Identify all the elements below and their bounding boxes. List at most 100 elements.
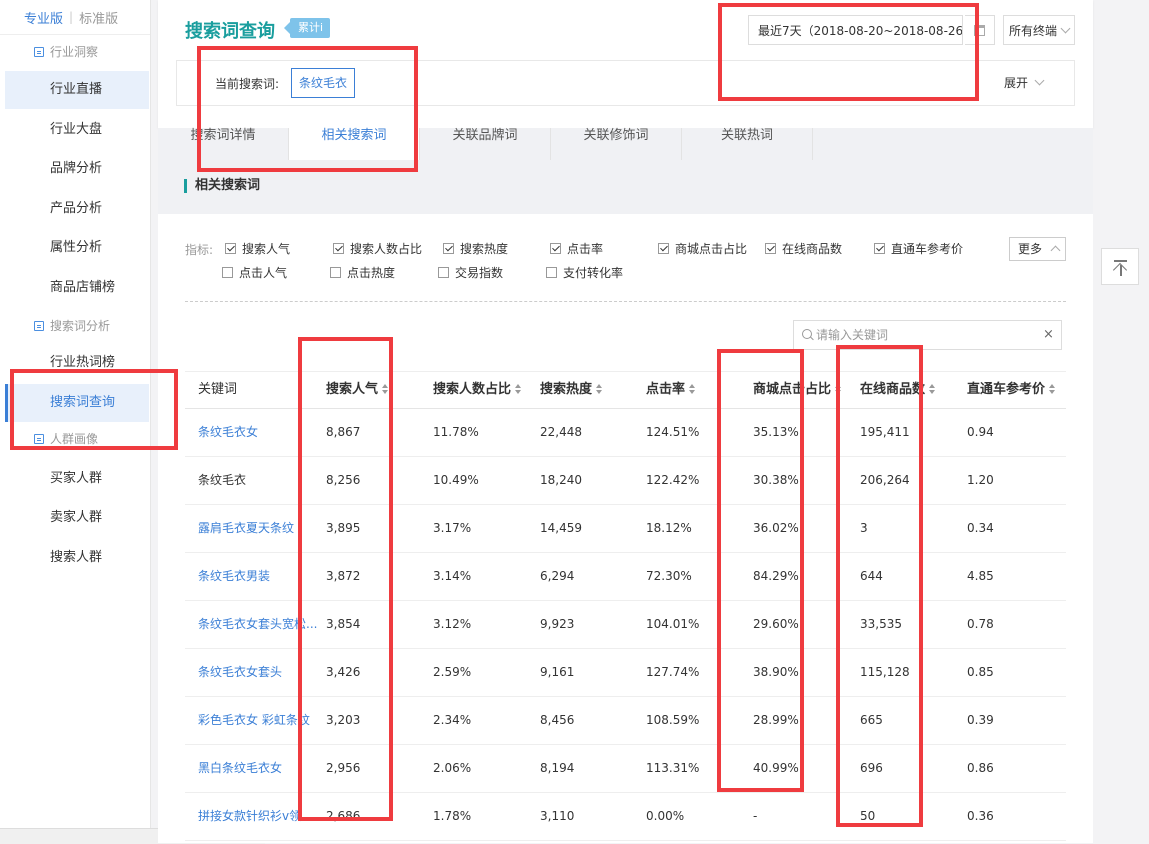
cell-ctr: 113.31% [646, 761, 700, 775]
column-header-label: 在线商品数 [860, 382, 926, 397]
sidebar-item-sellers[interactable]: 卖家人群 [5, 499, 149, 537]
cell-search-heat: 14,459 [540, 521, 582, 535]
indicator-label: 搜索人数占比 [350, 242, 423, 256]
table-row: 条纹毛衣男装 3,872 3.14% 6,294 72.30% 84.29% 644 4.85 [185, 553, 1066, 601]
indicator-checkbox[interactable]: 点击人气 [222, 265, 287, 281]
cell-mall-click-share: 35.13% [753, 425, 799, 439]
indicator-checkbox[interactable]: 交易指数 [438, 265, 503, 281]
cell-ad-price: 0.39 [967, 713, 994, 727]
related-terms-table: 关键词 搜索人气 搜索人数占比 搜索热度 点击率 商城点击占比 在线商品数 直通… [185, 371, 1066, 841]
sidebar-section-search-terms: 搜索词分析 [0, 309, 150, 343]
keyword-link[interactable]: 拼接女款针织衫v领条纹 [198, 793, 318, 840]
indicator-checkbox[interactable]: 商城点击占比 [658, 241, 747, 257]
keyword-link[interactable]: 条纹毛衣男装 [198, 553, 318, 600]
cell-online-products: 33,535 [860, 617, 902, 631]
checkbox-icon [658, 243, 669, 254]
cumulative-badge[interactable]: 累计i [283, 18, 331, 38]
cell-search-popularity: 8,867 [326, 425, 361, 439]
column-header-keyword: 关键词 [198, 382, 238, 397]
keyword-link[interactable]: 露肩毛衣夏天条纹 [198, 505, 318, 552]
sidebar-item-brand-analysis[interactable]: 品牌分析 [5, 150, 149, 188]
table-header: 关键词 搜索人气 搜索人数占比 搜索热度 点击率 商城点击占比 在线商品数 直通… [185, 371, 1066, 409]
sidebar-item-industry-live[interactable]: 行业直播 [5, 71, 149, 109]
keyword-link[interactable]: 条纹毛衣女 [198, 409, 318, 456]
column-header-label: 商城点击占比 [753, 382, 832, 397]
cell-searcher-share: 11.78% [433, 425, 479, 439]
sidebar-item-shop-ranking[interactable]: 商品店铺榜 [5, 269, 149, 307]
calendar-button[interactable] [965, 15, 995, 45]
current-term-chip[interactable]: 条纹毛衣 [291, 68, 356, 98]
column-header-label: 搜索热度 [540, 382, 593, 397]
keyword-link[interactable]: 黑白条纹毛衣女 [198, 745, 318, 792]
tab-related-hot-terms[interactable]: 关联热词 [682, 128, 813, 160]
tab-pro-version[interactable]: 专业版 [24, 8, 63, 27]
indicator-checkbox[interactable]: 支付转化率 [546, 265, 623, 281]
column-header-searcher-share[interactable]: 搜索人数占比 [433, 372, 522, 408]
table-row: 彩色毛衣女 彩虹条纹 3,203 2.34% 8,456 108.59% 28.99% 66… [185, 697, 1066, 745]
cell-search-heat: 8,456 [540, 713, 575, 727]
cell-ad-price: 1.20 [967, 473, 994, 487]
cell-ad-price: 0.36 [967, 809, 994, 823]
current-term-label: 当前搜索词: [215, 77, 280, 91]
cell-search-heat: 6,294 [540, 569, 575, 583]
page-title: 搜索词查询 [185, 21, 275, 42]
table-row: 条纹毛衣女 8,867 11.78% 22,448 124.51% 35.13% 195,4… [185, 409, 1066, 457]
sidebar-item-attribute-analysis[interactable]: 属性分析 [5, 229, 149, 267]
sidebar-item-product-analysis[interactable]: 产品分析 [5, 190, 149, 228]
tab-related-terms[interactable]: 相关搜索词 [289, 128, 420, 161]
cell-searcher-share: 2.34% [433, 713, 472, 727]
column-header-ad-price[interactable]: 直通车参考价 [967, 372, 1056, 408]
tab-term-details[interactable]: 搜索词详情 [158, 128, 289, 160]
keyword-link[interactable]: 彩色毛衣女 彩虹条纹 [198, 697, 318, 744]
date-range-select[interactable]: 最近7天（2018-08-20~2018-08-26） [748, 15, 963, 45]
indicator-checkbox[interactable]: 搜索人气 [225, 241, 290, 257]
sidebar-item-buyers[interactable]: 买家人群 [5, 460, 149, 498]
column-header-search-popularity[interactable]: 搜索人气 [326, 372, 389, 408]
indicator-label: 在线商品数 [782, 242, 843, 256]
keyword-link[interactable]: 条纹毛衣女套头宽松... [198, 601, 318, 648]
more-button[interactable]: 更多 [1009, 237, 1066, 261]
sidebar-item-searchers[interactable]: 搜索人群 [5, 539, 149, 577]
indicator-checkbox[interactable]: 搜索人数占比 [333, 241, 422, 257]
indicator-checkbox[interactable]: 点击热度 [330, 265, 395, 281]
cell-ad-price: 4.85 [967, 569, 994, 583]
tab-related-modifiers[interactable]: 关联修饰词 [551, 128, 682, 160]
terminal-select-value: 所有终端 [1009, 24, 1058, 38]
sidebar-item-term-query[interactable]: 搜索词查询 [5, 384, 149, 422]
cell-online-products: 665 [860, 713, 883, 727]
cell-search-heat: 18,240 [540, 473, 582, 487]
sidebar-section-persona: 人群画像 [0, 422, 150, 456]
version-separator: | [69, 10, 74, 24]
column-header-ctr[interactable]: 点击率 [646, 372, 696, 408]
column-header-online-products[interactable]: 在线商品数 [860, 372, 936, 408]
tab-related-brands[interactable]: 关联品牌词 [420, 128, 551, 160]
cell-ctr: 108.59% [646, 713, 700, 727]
expand-button[interactable]: 展开 [1004, 74, 1045, 91]
column-header-search-heat[interactable]: 搜索热度 [540, 372, 603, 408]
keyword-search-input[interactable] [816, 325, 1036, 345]
cell-searcher-share: 10.49% [433, 473, 479, 487]
cell-ctr: 127.74% [646, 665, 700, 679]
indicator-checkbox[interactable]: 在线商品数 [765, 241, 842, 257]
back-to-top-button[interactable] [1101, 248, 1139, 285]
search-icon [802, 329, 812, 339]
indicator-checkbox[interactable]: 点击率 [550, 241, 603, 257]
indicator-checkbox[interactable]: 搜索热度 [443, 241, 508, 257]
cell-search-heat: 22,448 [540, 425, 582, 439]
cell-mall-click-share: 38.90% [753, 665, 799, 679]
indicator-label: 搜索人气 [242, 242, 291, 256]
terminal-select[interactable]: 所有终端 [1003, 15, 1075, 45]
column-header-mall-click-share[interactable]: 商城点击占比 [753, 372, 842, 408]
keyword-link[interactable]: 条纹毛衣女套头 [198, 649, 318, 696]
cell-ctr: 122.42% [646, 473, 700, 487]
sidebar-item-hot-terms[interactable]: 行业热词榜 [5, 344, 149, 382]
indicator-checkbox[interactable]: 直通车参考价 [874, 241, 963, 257]
indicator-label: 搜索热度 [460, 242, 509, 256]
cell-ctr: 104.01% [646, 617, 700, 631]
cell-mall-click-share: 30.38% [753, 473, 799, 487]
sidebar-item-industry-overview[interactable]: 行业大盘 [5, 111, 149, 149]
clear-icon[interactable]: × [1043, 327, 1054, 342]
tab-standard-version[interactable]: 标准版 [79, 8, 118, 27]
sidebar: 专业版 | 标准版 行业洞察 行业直播 行业大盘 品牌分析 产品分析 属性分析 … [0, 0, 151, 830]
cell-mall-click-share: - [753, 809, 758, 823]
